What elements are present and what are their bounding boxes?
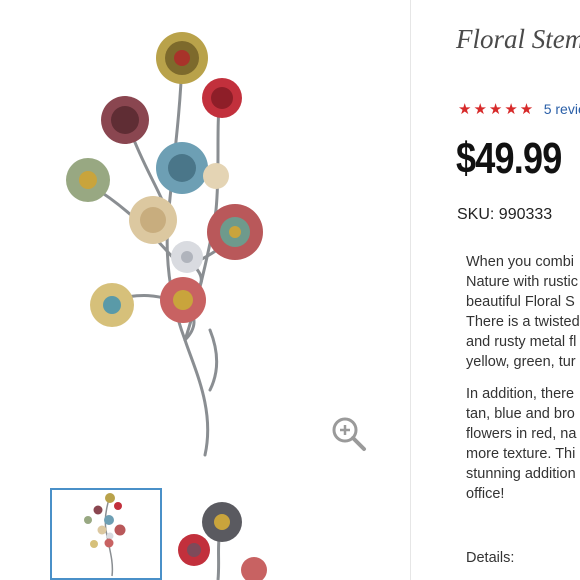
flower-cream-small [203, 163, 229, 189]
floral-stem-full-thumbnail [84, 493, 126, 577]
floral-stem-detail-thumbnail [178, 502, 267, 580]
rating-row: ★★★★★ 5 reviews [458, 100, 580, 119]
flower-tan [129, 196, 177, 244]
description-paragraph: In addition, there tan, blue and bro flo… [466, 386, 577, 502]
product-description: When you combi Nature with rustic beauti… [466, 252, 580, 516]
product-main-image[interactable] [20, 10, 320, 470]
thumbnail-full-view[interactable] [50, 488, 162, 580]
flower-white [171, 241, 203, 273]
star-rating: ★★★★★ [458, 101, 536, 118]
product-title: Floral Stem [456, 24, 580, 54]
flower-yellow [90, 283, 134, 327]
flower-pink [160, 277, 206, 323]
reviews-link[interactable]: 5 reviews [544, 101, 580, 117]
flower-red [202, 78, 242, 118]
product-price: $49.99 [456, 134, 562, 183]
details-heading: Details: [466, 550, 515, 566]
flower-maroon [101, 96, 149, 144]
zoom-in-icon[interactable] [330, 415, 368, 453]
product-sku: SKU: 990333 [457, 206, 553, 223]
flower-gold-top [156, 32, 208, 84]
flower-blue [156, 142, 208, 194]
description-paragraph: When you combi Nature with rustic beauti… [466, 254, 580, 370]
flower-sage [66, 158, 110, 202]
product-details-panel: Floral Stem ★★★★★ 5 reviews $49.99 SKU: … [410, 0, 580, 580]
flower-teal-red [207, 204, 263, 260]
thumbnail-detail-view[interactable] [178, 488, 290, 580]
image-gallery [0, 0, 410, 580]
